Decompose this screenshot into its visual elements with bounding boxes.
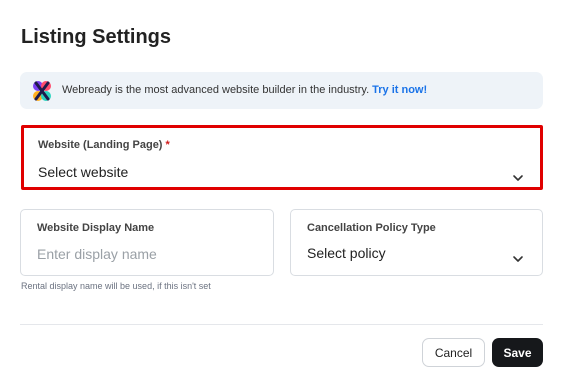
- try-it-now-link[interactable]: Try it now!: [372, 84, 427, 96]
- chevron-down-icon: [512, 169, 524, 181]
- cancellation-policy-label: Cancellation Policy Type: [307, 222, 436, 234]
- promo-banner: Webready is the most advanced website bu…: [20, 72, 543, 109]
- webready-logo-icon: [32, 80, 52, 102]
- website-select[interactable]: Website (Landing Page) * Select website: [21, 125, 543, 190]
- website-label: Website (Landing Page) *: [38, 139, 170, 151]
- footer-divider: [20, 324, 543, 325]
- website-value: Select website: [38, 164, 129, 180]
- page-title: Listing Settings: [21, 26, 171, 48]
- display-name-field[interactable]: Website Display Name Enter display name: [20, 209, 274, 276]
- chevron-down-icon: [512, 250, 524, 262]
- save-button[interactable]: Save: [492, 338, 543, 367]
- display-name-input[interactable]: Enter display name: [37, 246, 157, 262]
- banner-text: Webready is the most advanced website bu…: [62, 84, 370, 96]
- cancellation-policy-value: Select policy: [307, 245, 386, 261]
- banner-message: Webready is the most advanced website bu…: [62, 84, 427, 96]
- display-name-label: Website Display Name: [37, 222, 155, 234]
- required-mark: *: [165, 139, 170, 151]
- cancel-button[interactable]: Cancel: [422, 338, 485, 367]
- cancellation-policy-select[interactable]: Cancellation Policy Type Select policy: [290, 209, 543, 276]
- display-name-hint: Rental display name will be used, if thi…: [21, 281, 211, 291]
